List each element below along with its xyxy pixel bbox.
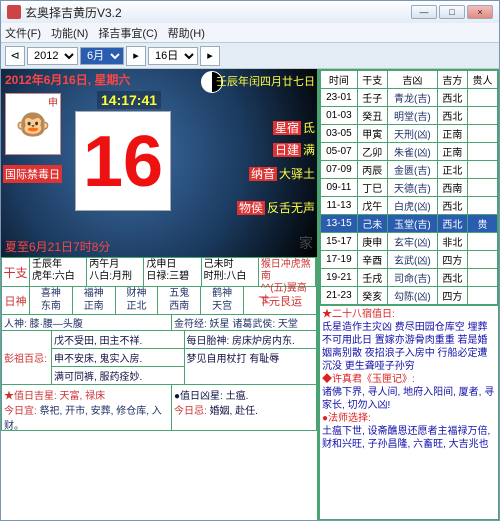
gz-cell: 壬辰年 虎年:六白	[30, 258, 87, 286]
today-ji: 婚姻, 赴任.	[210, 406, 258, 417]
alm-row: 物侯反舌无声	[237, 199, 315, 216]
yun-label: 下元艮运	[244, 287, 316, 314]
pengzu-line: 申不安床, 鬼实入房.	[52, 349, 184, 367]
menu-zj[interactable]: 择吉事宜(C)	[98, 25, 157, 41]
zodiac-image: 🐵申	[5, 93, 61, 155]
pengzu-line: 满可同裤, 服药痊妙.	[52, 367, 184, 384]
pengzu-rline: 每日胎神: 房床炉房内东.	[185, 331, 317, 349]
gz-cell: 己未时 时刑:八白	[202, 258, 259, 286]
hour-row[interactable]: 15-17庚申玄牢(凶)非北	[321, 233, 498, 251]
alm-row: 星宿氐	[273, 119, 315, 136]
jixing-row: ★值日吉星: 天富, 禄床 今日宜: 祭祀, 开市, 安葬, 修仓库, 入财。 …	[1, 385, 317, 431]
rishen-item: 喜神 东南	[30, 287, 73, 314]
notes-panel[interactable]: ★二十八宿值日:氐星造作主灾凶 费尽田园仓库空 埋葬不可用此日 置嫁亦游骨肉重重…	[319, 306, 499, 520]
toolbar: ⊲ 2012 6月 ▸ 16日 ▸	[1, 43, 499, 69]
pengzu-rline: 梦见自用杖打 有耻辱	[185, 349, 317, 366]
pengzu-row: 彭祖百忌: 戊不受田, 田主不祥. 申不安床, 鬼实入房. 满可同裤, 服药痊妙…	[1, 331, 317, 385]
menu-help[interactable]: 帮助(H)	[168, 25, 205, 41]
menu-file[interactable]: 文件(F)	[5, 25, 41, 41]
th-jx: 吉凶	[387, 71, 437, 89]
hour-row[interactable]: 03-05甲寅天刑(凶)正南	[321, 125, 498, 143]
renshen-r: 金符经: 妖星 诸葛武侯: 天堂	[172, 315, 316, 330]
renshen-row: 人神: 膝·腰—头腹 金符经: 妖星 诸葛武侯: 天堂	[1, 315, 317, 331]
day-select[interactable]: 16日	[148, 47, 198, 65]
hour-row[interactable]: 23-01壬子青龙(吉)西北	[321, 89, 498, 107]
gz-cell: 戊申日 日禄:三碧	[144, 258, 201, 286]
hour-row[interactable]: 11-13戊午白虎(凶)西北	[321, 197, 498, 215]
next-month-button[interactable]: ▸	[126, 46, 146, 66]
hour-row[interactable]: 13-15己未玉堂(吉)西北贵	[321, 215, 498, 233]
solar-term: 夏至6月21日7时8分	[5, 238, 110, 255]
hour-row[interactable]: 19-21壬戌司命(吉)西北	[321, 269, 498, 287]
hour-row[interactable]: 09-11丁巳天德(吉)西南	[321, 179, 498, 197]
rishen-item: 福神 正南	[73, 287, 116, 314]
hour-row[interactable]: 17-19辛酉玄武(凶)四方	[321, 251, 498, 269]
th-gr: 贵人	[467, 71, 497, 89]
th-time: 时间	[321, 71, 358, 89]
app-window: 玄奥择吉黄历V3.2 — □ × 文件(F) 功能(N) 择吉事宜(C) 帮助(…	[0, 0, 500, 521]
watermark: 家	[299, 233, 313, 253]
next-day-button[interactable]: ▸	[200, 46, 220, 66]
rishen-item: 财神 正北	[116, 287, 159, 314]
ganzhi-row: 干支 壬辰年 虎年:六白 丙午月 八白:月刑 戊申日 日禄:三碧 己未时 时刑:…	[1, 257, 317, 287]
hour-row[interactable]: 01-03癸丑明堂(吉)西北	[321, 107, 498, 125]
rishen-item: 鹤神 天宫	[201, 287, 244, 314]
year-select[interactable]: 2012	[27, 47, 78, 65]
xiongxing-title: ●值日凶星: 土瘟.	[174, 387, 314, 402]
rishen-item: 五鬼 西南	[158, 287, 201, 314]
month-select[interactable]: 6月	[80, 47, 124, 65]
menubar: 文件(F) 功能(N) 择吉事宜(C) 帮助(H)	[1, 23, 499, 43]
prev-button[interactable]: ⊲	[5, 46, 25, 66]
festival-label: 国际禁毒日	[3, 165, 62, 183]
minimize-button[interactable]: —	[411, 5, 437, 19]
jixing-title: ★值日吉星: 天富, 禄床	[4, 387, 169, 402]
gz-extra: 猴日冲虎煞南 ^^(五)翼高士	[259, 258, 316, 286]
close-button[interactable]: ×	[467, 5, 493, 19]
th-gz: 干支	[357, 71, 387, 89]
window-title: 玄奥择吉黄历V3.2	[25, 4, 411, 21]
rishen-row: 日神 喜神 东南 福神 正南 财神 正北 五鬼 西南 鹤神 天宫 下元艮运	[1, 287, 317, 315]
alm-row: 日建满	[273, 141, 315, 158]
pengzu-label: 彭祖百忌:	[2, 331, 52, 384]
big-day-number: 16	[75, 111, 171, 211]
app-icon	[7, 5, 21, 19]
alm-row: 纳音大驿土	[249, 165, 315, 182]
earth-panel: 2012年6月16日, 星期六 壬辰年闰四月廿七日 🐵申 国际禁毒日 14:17…	[1, 69, 317, 257]
hour-table: 时间 干支 吉凶 吉方 贵人 23-01壬子青龙(吉)西北01-03癸丑明堂(吉…	[319, 69, 499, 306]
hour-row[interactable]: 21-23癸亥勾陈(凶)四方	[321, 287, 498, 305]
lunar-date: 壬辰年闰四月廿七日	[216, 73, 315, 89]
titlebar: 玄奥择吉黄历V3.2 — □ ×	[1, 1, 499, 23]
ganzhi-label: 干支	[2, 258, 30, 286]
clock: 14:17:41	[97, 91, 161, 109]
date-line: 2012年6月16日, 星期六	[5, 71, 130, 88]
menu-func[interactable]: 功能(N)	[51, 25, 88, 41]
rishen-label: 日神	[2, 287, 30, 314]
th-jf: 吉方	[437, 71, 467, 89]
maximize-button[interactable]: □	[439, 5, 465, 19]
renshen-l: 人神: 膝·腰—头腹	[2, 315, 172, 330]
hour-row[interactable]: 05-07乙卯朱雀(凶)正南	[321, 143, 498, 161]
hour-row[interactable]: 07-09丙辰金匮(吉)正北	[321, 161, 498, 179]
pengzu-line: 戊不受田, 田主不祥.	[52, 331, 184, 349]
gz-cell: 丙午月 八白:月刑	[87, 258, 144, 286]
